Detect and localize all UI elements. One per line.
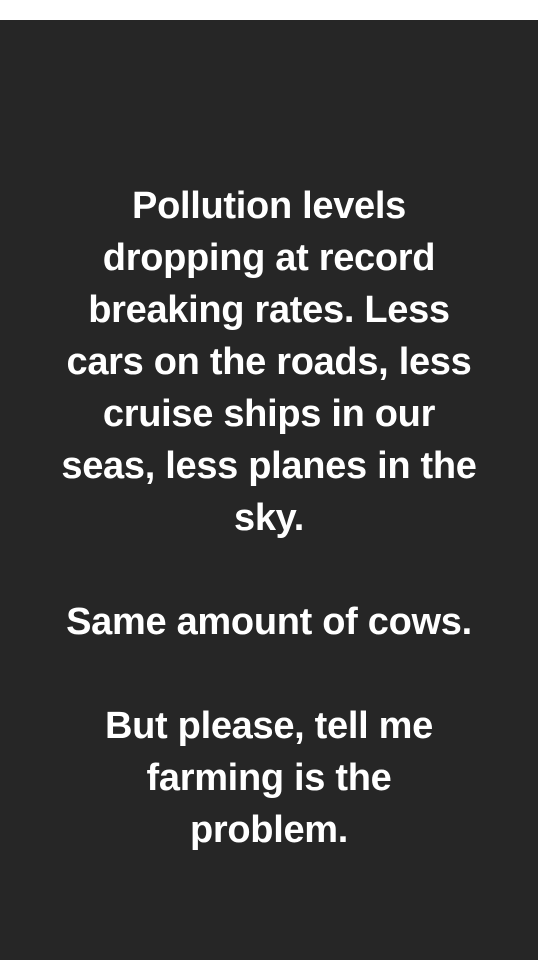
text-line: But please, tell me	[105, 705, 433, 747]
text-line: seas, less planes in the	[61, 445, 477, 487]
text-line: dropping at record	[102, 237, 436, 279]
text-line: breaking rates. Less	[88, 289, 450, 331]
paragraph-farming: But please, tell me farming is the probl…	[0, 700, 538, 856]
post-text: Pollution levels dropping at record brea…	[0, 180, 538, 856]
text-post-card: Pollution levels dropping at record brea…	[0, 20, 538, 960]
text-line: problem.	[189, 809, 349, 851]
text-line: cruise ships in our	[102, 393, 436, 435]
paragraph-cows: Same amount of cows.	[0, 596, 538, 648]
text-line: Same amount of cows.	[66, 601, 472, 643]
text-line: sky.	[234, 497, 304, 539]
text-line: Pollution levels	[132, 185, 406, 227]
text-line: farming is the	[146, 757, 392, 799]
text-line: cars on the roads, less	[66, 341, 472, 383]
paragraph-pollution: Pollution levels dropping at record brea…	[0, 180, 538, 544]
